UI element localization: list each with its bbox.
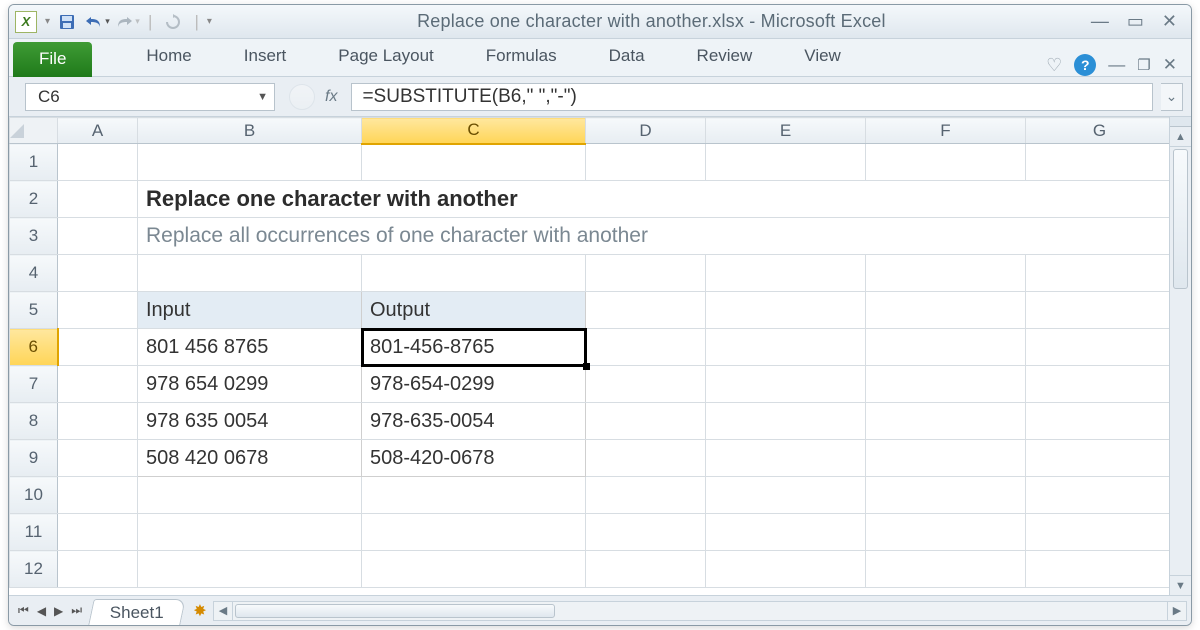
undo-icon (84, 14, 104, 30)
scroll-track[interactable] (1170, 147, 1191, 575)
hscroll-track[interactable] (233, 601, 1167, 621)
cancel-formula-button[interactable] (289, 84, 315, 110)
chevron-down-icon[interactable]: ▼ (257, 91, 268, 103)
file-tab[interactable]: File (13, 42, 92, 77)
row-header-7[interactable]: 7 (10, 366, 58, 403)
refresh-icon (165, 14, 181, 30)
tab-home[interactable]: Home (120, 38, 217, 76)
quick-access-toolbar: X ▾ ▾ ▾ | | ▾ (15, 10, 212, 34)
select-all-corner[interactable] (10, 118, 58, 144)
excel-window: X ▾ ▾ ▾ | | ▾ Replace one character with… (8, 4, 1192, 626)
name-box[interactable]: C6 ▼ (25, 83, 275, 111)
select-all-icon (10, 124, 24, 138)
sheet-tab-sheet1[interactable]: Sheet1 (88, 599, 185, 625)
cell-C7[interactable]: 978-654-0299 (362, 366, 585, 402)
excel-logo-icon: X (15, 11, 37, 33)
name-box-value: C6 (38, 87, 60, 107)
scroll-right-button[interactable]: ▶ (1167, 601, 1187, 621)
grid[interactable]: A B C D E F G 1 2 Replace one character … (9, 117, 1169, 595)
scroll-left-button[interactable]: ◀ (213, 601, 233, 621)
row-header-1[interactable]: 1 (10, 144, 58, 181)
title-bar: X ▾ ▾ ▾ | | ▾ Replace one character with… (9, 5, 1191, 39)
cell-title[interactable]: Replace one character with another (138, 181, 1169, 217)
cell-C6[interactable]: 801-456-8765 (362, 329, 585, 365)
sheet-nav: ⏮ ◀ ▶ ⏭ (9, 596, 91, 625)
formula-expand-button[interactable]: ⌄ (1161, 83, 1183, 111)
cell-B9[interactable]: 508 420 0678 (138, 440, 361, 476)
minimize-button[interactable]: ― (1091, 11, 1109, 32)
row-header-11[interactable]: 11 (10, 514, 58, 551)
ribbon-tabs: File Home Insert Page Layout Formulas Da… (9, 39, 1191, 77)
tab-data[interactable]: Data (583, 38, 671, 76)
row-header-5[interactable]: 5 (10, 292, 58, 329)
maximize-button[interactable]: ▭ (1127, 11, 1144, 32)
formula-text: =SUBSTITUTE(B6," ","-") (362, 86, 576, 108)
horizontal-scrollbar[interactable]: ◀ ▶ (209, 596, 1191, 625)
redo-button[interactable]: ▾ (114, 10, 140, 34)
header-input[interactable]: Input (138, 292, 361, 328)
scroll-up-button[interactable]: ▲ (1170, 127, 1191, 147)
row-header-4[interactable]: 4 (10, 255, 58, 292)
ribbon-options-icon[interactable]: ♡ (1046, 55, 1062, 76)
cell-B7[interactable]: 978 654 0299 (138, 366, 361, 402)
sheet-next-button[interactable]: ▶ (51, 604, 66, 618)
cell-C9[interactable]: 508-420-0678 (362, 440, 585, 476)
sheet-first-button[interactable]: ⏮ (15, 603, 32, 618)
help-button[interactable]: ? (1074, 54, 1096, 76)
row-header-3[interactable]: 3 (10, 218, 58, 255)
formula-input[interactable]: =SUBSTITUTE(B6," ","-") (351, 83, 1153, 111)
col-header-E[interactable]: E (706, 118, 866, 144)
scroll-down-button[interactable]: ▼ (1170, 575, 1191, 595)
scroll-thumb[interactable] (1173, 149, 1188, 289)
cell-B6[interactable]: 801 456 8765 (138, 329, 361, 365)
sheet-prev-button[interactable]: ◀ (34, 604, 49, 618)
sheet-last-button[interactable]: ⏭ (68, 603, 85, 618)
save-icon (58, 13, 76, 31)
col-header-B[interactable]: B (138, 118, 362, 144)
redo-icon (114, 14, 134, 30)
ribbon-minimize-button[interactable]: ― (1108, 55, 1125, 75)
fx-icon[interactable]: fx (325, 88, 337, 106)
col-header-G[interactable]: G (1026, 118, 1170, 144)
window-title: Replace one character with another.xlsx … (212, 11, 1091, 32)
undo-button[interactable]: ▾ (84, 10, 110, 34)
col-header-D[interactable]: D (586, 118, 706, 144)
row-header-9[interactable]: 9 (10, 440, 58, 477)
col-header-F[interactable]: F (866, 118, 1026, 144)
qat-overflow-button[interactable] (160, 10, 186, 34)
insert-worksheet-button[interactable]: ✸ (191, 602, 209, 620)
save-button[interactable] (54, 10, 80, 34)
tab-insert[interactable]: Insert (218, 38, 313, 76)
formula-bar: C6 ▼ fx =SUBSTITUTE(B6," ","-") ⌄ (9, 77, 1191, 117)
tab-view[interactable]: View (778, 38, 867, 76)
header-output[interactable]: Output (362, 292, 585, 328)
cell-subtitle[interactable]: Replace all occurrences of one character… (138, 218, 1169, 254)
tab-review[interactable]: Review (671, 38, 779, 76)
hscroll-thumb[interactable] (235, 604, 555, 618)
window-controls: ― ▭ ✕ (1091, 11, 1185, 32)
sheet-tab-label: Sheet1 (110, 603, 164, 623)
row-header-8[interactable]: 8 (10, 403, 58, 440)
ribbon-restore-button[interactable]: ❐ (1137, 56, 1150, 74)
row-header-2[interactable]: 2 (10, 181, 58, 218)
tab-page-layout[interactable]: Page Layout (312, 38, 459, 76)
close-button[interactable]: ✕ (1162, 11, 1177, 32)
col-header-A[interactable]: A (58, 118, 138, 144)
vertical-scrollbar[interactable]: ▲ ▼ (1169, 117, 1191, 595)
cell-B8[interactable]: 978 635 0054 (138, 403, 361, 439)
row-header-12[interactable]: 12 (10, 551, 58, 588)
row-header-10[interactable]: 10 (10, 477, 58, 514)
cell-C8[interactable]: 978-635-0054 (362, 403, 585, 439)
col-header-C[interactable]: C (362, 118, 586, 144)
fill-handle[interactable] (583, 363, 590, 370)
row-header-6[interactable]: 6 (10, 329, 58, 366)
split-handle-icon[interactable] (1170, 117, 1191, 127)
ribbon-close-button[interactable]: ✕ (1163, 55, 1177, 75)
sheet-tab-bar: ⏮ ◀ ▶ ⏭ Sheet1 ✸ ◀ ▶ (9, 595, 1191, 625)
tab-formulas[interactable]: Formulas (460, 38, 583, 76)
worksheet-area: A B C D E F G 1 2 Replace one character … (9, 117, 1191, 595)
